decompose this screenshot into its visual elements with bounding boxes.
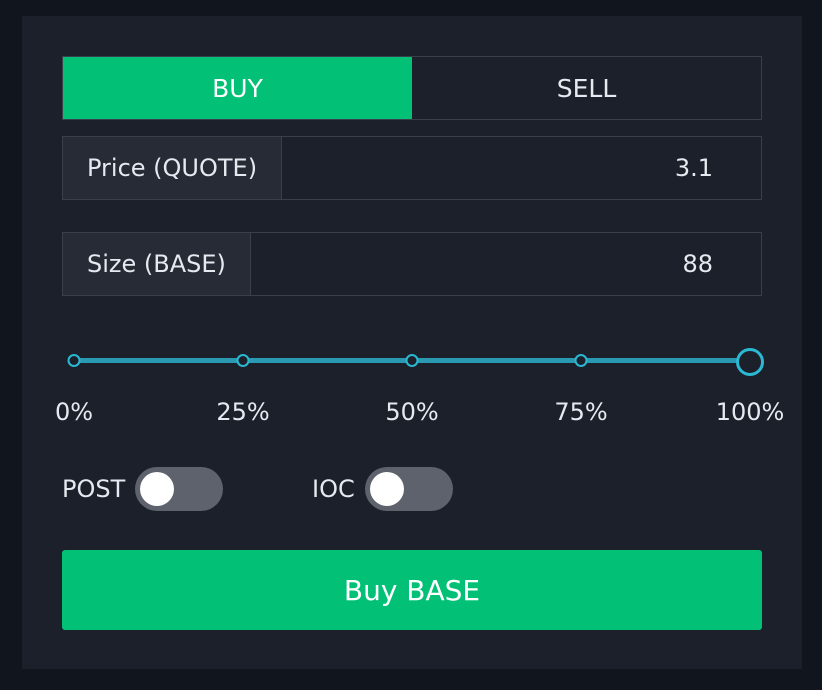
slider-stop-25[interactable] — [236, 354, 250, 367]
size-label: Size (BASE) — [63, 233, 251, 295]
slider-stop-75[interactable] — [574, 354, 588, 367]
post-toggle-knob — [140, 472, 175, 506]
size-percent-slider[interactable] — [67, 346, 764, 376]
ioc-toggle-row: IOC — [312, 466, 453, 512]
slider-handle[interactable] — [736, 348, 764, 376]
price-input[interactable] — [282, 137, 761, 199]
slider-label-25: 25% — [216, 398, 270, 426]
slider-stop-0[interactable] — [67, 354, 81, 367]
tab-buy[interactable]: BUY — [63, 57, 412, 119]
side-tabs: BUY SELL — [62, 56, 762, 120]
post-label: POST — [62, 475, 126, 503]
ioc-toggle[interactable] — [364, 467, 453, 511]
slider-labels: 0% 25% 50% 75% 100% — [55, 398, 784, 428]
size-input[interactable] — [250, 233, 761, 295]
slider-label-50: 50% — [385, 398, 439, 426]
slider-stop-50[interactable] — [405, 354, 419, 367]
slider-label-75: 75% — [554, 398, 608, 426]
post-toggle-row: POST — [62, 466, 224, 512]
ioc-toggle-knob — [369, 472, 404, 506]
post-toggle[interactable] — [135, 467, 224, 511]
buy-submit-button[interactable]: Buy BASE — [62, 550, 762, 630]
slider-label-100: 100% — [715, 398, 785, 426]
ioc-label: IOC — [312, 475, 355, 503]
order-form-panel: BUY SELL Price (QUOTE) Size (BASE) 0% 25… — [22, 16, 802, 669]
size-field: Size (BASE) — [62, 232, 762, 296]
price-label: Price (QUOTE) — [63, 137, 283, 199]
tab-sell[interactable]: SELL — [412, 57, 761, 119]
slider-label-0: 0% — [54, 398, 94, 426]
price-field: Price (QUOTE) — [62, 136, 762, 200]
